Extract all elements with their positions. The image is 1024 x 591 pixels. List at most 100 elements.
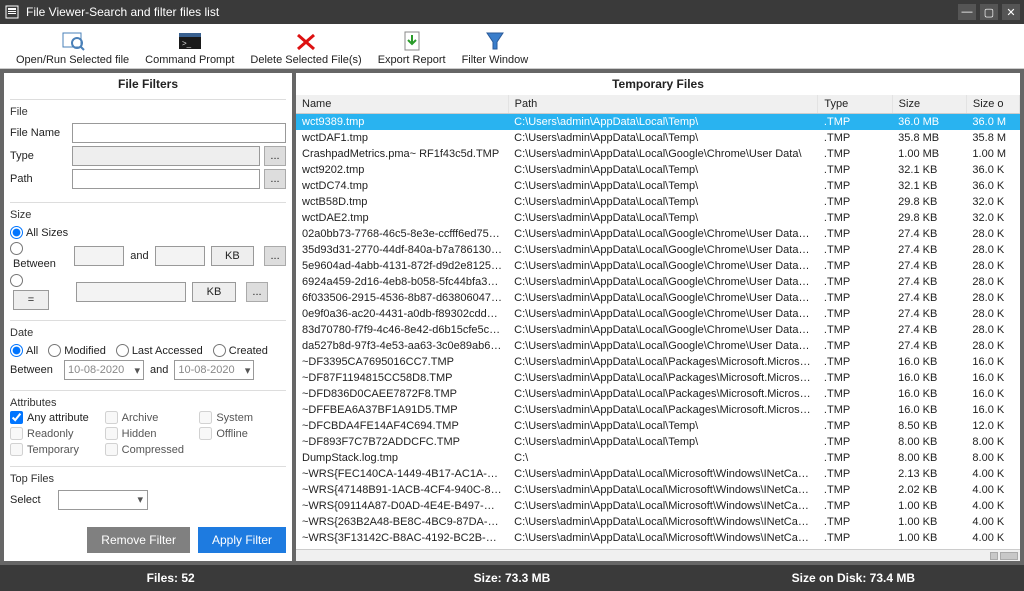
filter-window-label: Filter Window — [462, 54, 529, 66]
command-prompt-button[interactable]: >_ Command Prompt — [137, 28, 242, 66]
compare-radio[interactable]: = — [10, 274, 70, 310]
table-row[interactable]: wct9389.tmpC:\Users\admin\AppData\Local\… — [296, 114, 1020, 131]
remove-filter-button[interactable]: Remove Filter — [87, 527, 190, 553]
path-input[interactable] — [72, 169, 260, 189]
filename-input[interactable] — [72, 123, 286, 143]
cell-name: 35d93d31-2770-44df-840a-b7a786130f1f.tmp — [296, 242, 508, 258]
table-row[interactable]: DumpStack.log.tmpC:\.TMP8.00 KB8.00 K — [296, 450, 1020, 466]
table-row[interactable]: wctDAE2.tmpC:\Users\admin\AppData\Local\… — [296, 210, 1020, 226]
all-sizes-radio[interactable]: All Sizes — [10, 226, 68, 239]
type-input[interactable] — [72, 146, 260, 166]
table-row[interactable]: ~WRS{FEC140CA-1449-4B17-AC1A-A4F226...C:… — [296, 466, 1020, 482]
open-run-button[interactable]: Open/Run Selected file — [8, 28, 137, 66]
table-row[interactable]: 02a0bb73-7768-46c5-8e3e-ccfff6ed752c.tmp… — [296, 226, 1020, 242]
date-to-select[interactable]: 10-08-2020 — [174, 360, 254, 380]
table-row[interactable]: CrashpadMetrics.pma~ RF1f43c5d.TMPC:\Use… — [296, 146, 1020, 162]
cell-path: C:\Users\admin\AppData\Local\Google\Chro… — [508, 290, 818, 306]
filter-panel-title: File Filters — [4, 73, 292, 95]
file-table-scroll[interactable]: Name Path Type Size Size o wct9389.tmpC:… — [296, 95, 1020, 549]
size-from-input[interactable] — [74, 246, 124, 266]
table-row[interactable]: ~DFCBDA4FE14AF4C694.TMPC:\Users\admin\Ap… — [296, 418, 1020, 434]
table-row[interactable]: ~DFFBEA6A37BF1A91D5.TMPC:\Users\admin\Ap… — [296, 402, 1020, 418]
offline-check[interactable]: Offline — [199, 427, 286, 440]
cell-path: C:\Users\admin\AppData\Local\Google\Chro… — [508, 306, 818, 322]
cell-type: .TMP — [818, 274, 892, 290]
date-lastaccessed-radio[interactable]: Last Accessed — [116, 344, 203, 357]
col-sizeondisk[interactable]: Size o — [966, 95, 1019, 114]
table-row[interactable]: wctDC74.tmpC:\Users\admin\AppData\Local\… — [296, 178, 1020, 194]
minimize-button[interactable]: — — [958, 4, 976, 20]
date-group: Date All Modified Last Accessed Created … — [10, 327, 286, 380]
table-row[interactable]: ~DF87F1194815CC58D8.TMPC:\Users\admin\Ap… — [296, 370, 1020, 386]
date-from-select[interactable]: 10-08-2020 — [64, 360, 144, 380]
status-files: Files: 52 — [0, 571, 341, 585]
table-row[interactable]: wctB58D.tmpC:\Users\admin\AppData\Local\… — [296, 194, 1020, 210]
maximize-button[interactable]: ▢ — [980, 4, 998, 20]
readonly-check[interactable]: Readonly — [10, 427, 97, 440]
cell-type: .TMP — [818, 418, 892, 434]
size-unit-select-2[interactable]: KB — [192, 282, 236, 302]
system-check[interactable]: System — [199, 411, 286, 424]
cell-size: 16.0 KB — [892, 386, 966, 402]
size-unit-select-1[interactable]: KB — [211, 246, 255, 266]
filter-window-button[interactable]: Filter Window — [454, 28, 537, 66]
table-row[interactable]: 83d70780-f7f9-4c46-8e42-d6b15cfe5cf6.tmp… — [296, 322, 1020, 338]
size-more-button-2[interactable]: ... — [246, 282, 268, 302]
horizontal-scrollbar[interactable] — [296, 549, 1020, 561]
size-to-input[interactable] — [155, 246, 205, 266]
cell-size: 29.8 KB — [892, 210, 966, 226]
close-button[interactable]: ✕ — [1002, 4, 1020, 20]
size-more-button-1[interactable]: ... — [264, 246, 286, 266]
hidden-check[interactable]: Hidden — [105, 427, 192, 440]
table-row[interactable]: ~DF893F7C7B72ADDCFC.TMPC:\Users\admin\Ap… — [296, 434, 1020, 450]
table-row[interactable]: ~DF3395CA7695016CC7.TMPC:\Users\admin\Ap… — [296, 354, 1020, 370]
export-report-button[interactable]: Export Report — [370, 28, 454, 66]
cell-name: ~DFFBEA6A37BF1A91D5.TMP — [296, 402, 508, 418]
table-row[interactable]: ~WRS{47148B91-1ACB-4CF4-940C-82BF18E...C… — [296, 482, 1020, 498]
archive-check[interactable]: Archive — [105, 411, 192, 424]
table-row[interactable]: 5e9604ad-4abb-4131-872f-d9d2e8125815.tmp… — [296, 258, 1020, 274]
table-row[interactable]: 6f033506-2915-4536-8b87-d63806047592.tmp… — [296, 290, 1020, 306]
date-modified-radio[interactable]: Modified — [48, 344, 106, 357]
table-row[interactable]: wctDAF1.tmpC:\Users\admin\AppData\Local\… — [296, 130, 1020, 146]
date-all-radio[interactable]: All — [10, 344, 38, 357]
table-row[interactable]: ~WRS{263B2A48-BE8C-4BC9-87DA-61CBBD...C:… — [296, 514, 1020, 530]
col-size[interactable]: Size — [892, 95, 966, 114]
col-name[interactable]: Name — [296, 95, 508, 114]
any-attribute-check[interactable]: Any attribute — [10, 411, 97, 424]
cell-size: 35.8 MB — [892, 130, 966, 146]
table-row[interactable]: wct9202.tmpC:\Users\admin\AppData\Local\… — [296, 162, 1020, 178]
topfiles-select[interactable] — [58, 490, 148, 510]
path-browse-button[interactable]: ... — [264, 169, 286, 189]
cell-size: 32.1 KB — [892, 162, 966, 178]
between-radio[interactable]: Between — [10, 242, 68, 270]
delete-selected-button[interactable]: Delete Selected File(s) — [242, 28, 369, 66]
table-row[interactable]: 35d93d31-2770-44df-840a-b7a786130f1f.tmp… — [296, 242, 1020, 258]
temporary-check[interactable]: Temporary — [10, 443, 97, 456]
compressed-check[interactable]: Compressed — [105, 443, 192, 456]
svg-text:>_: >_ — [182, 39, 192, 48]
app-window: File Viewer-Search and filter files list… — [0, 0, 1024, 591]
table-row[interactable]: 0e9f0a36-ac20-4431-a0db-f89302cdd86c.tmp… — [296, 306, 1020, 322]
cell-type: .TMP — [818, 322, 892, 338]
cell-size: 27.4 KB — [892, 290, 966, 306]
size-value-input[interactable] — [76, 282, 186, 302]
command-prompt-label: Command Prompt — [145, 54, 234, 66]
status-sizeondisk: Size on Disk: 73.4 MB — [683, 571, 1024, 585]
table-row[interactable]: ~WRS{09114A87-D0AD-4E4E-B497-C7FD4EF...C… — [296, 498, 1020, 514]
cell-name: ~WRS{47148B91-1ACB-4CF4-940C-82BF18E... — [296, 482, 508, 498]
table-row[interactable]: ~WRS{3F13142C-B8AC-4192-BC2B-065FBF0...C… — [296, 530, 1020, 546]
col-type[interactable]: Type — [818, 95, 892, 114]
type-label: Type — [10, 150, 72, 162]
table-row[interactable]: ~DFD836D0CAEE7872F8.TMPC:\Users\admin\Ap… — [296, 386, 1020, 402]
col-path[interactable]: Path — [508, 95, 818, 114]
table-row[interactable]: 6924a459-2d16-4eb8-b058-5fc44bfa38d5.tmp… — [296, 274, 1020, 290]
date-created-radio[interactable]: Created — [213, 344, 268, 357]
window-buttons: — ▢ ✕ — [958, 4, 1020, 20]
type-browse-button[interactable]: ... — [264, 146, 286, 166]
cell-sizeondisk: 8.00 K — [966, 450, 1019, 466]
apply-filter-button[interactable]: Apply Filter — [198, 527, 286, 553]
cell-path: C:\ — [508, 450, 818, 466]
cell-name: 83d70780-f7f9-4c46-8e42-d6b15cfe5cf6.tmp — [296, 322, 508, 338]
table-row[interactable]: da527b8d-97f3-4e53-aa63-3c0e89ab6587.tmp… — [296, 338, 1020, 354]
